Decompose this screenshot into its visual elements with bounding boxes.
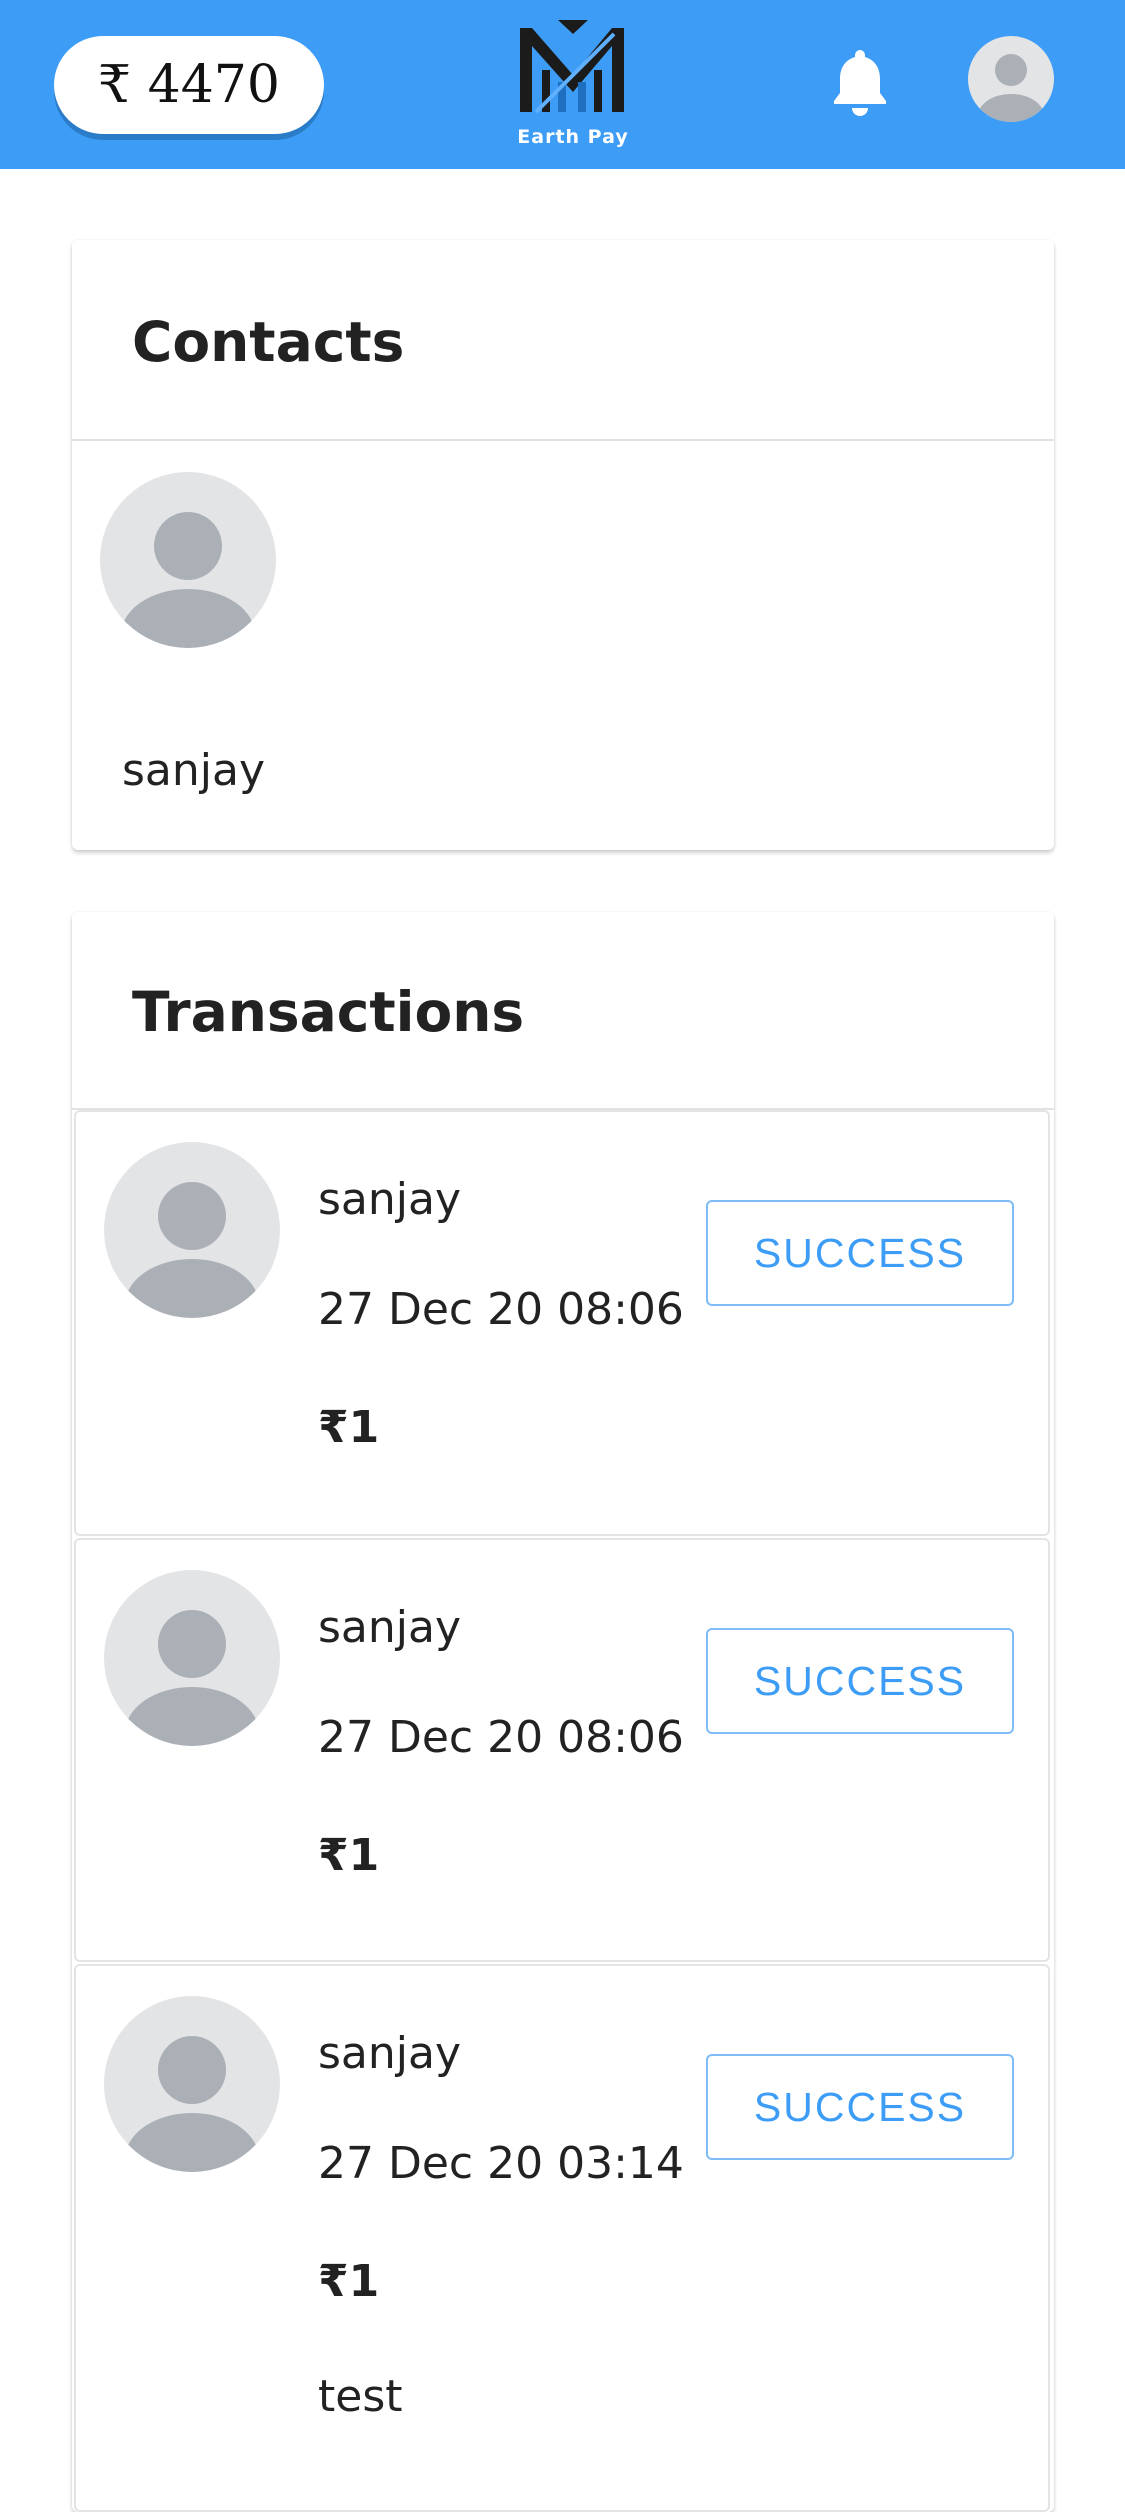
contact-name: sanjay bbox=[122, 745, 265, 796]
transaction-note: test bbox=[318, 2371, 403, 2422]
contacts-card: Contacts sanjay bbox=[72, 240, 1054, 850]
status-button[interactable]: SUCCESS bbox=[706, 1628, 1014, 1734]
contacts-divider bbox=[72, 439, 1054, 441]
balance-text: ₹ 4470 bbox=[98, 55, 280, 115]
transactions-card: Transactions sanjay 27 Dec 20 08:06 ₹1 S… bbox=[72, 912, 1054, 2512]
transaction-name: sanjay bbox=[318, 2028, 461, 2079]
transaction-item[interactable]: sanjay 27 Dec 20 08:06 ₹1 SUCCESS bbox=[74, 1110, 1050, 1536]
transaction-amount: ₹1 bbox=[318, 1830, 380, 1881]
transactions-title: Transactions bbox=[132, 980, 525, 1044]
transaction-avatar-icon bbox=[104, 1142, 280, 1318]
contacts-title: Contacts bbox=[132, 310, 405, 374]
contact-avatar-icon bbox=[100, 472, 276, 648]
balance-pill[interactable]: ₹ 4470 bbox=[54, 36, 324, 134]
earth-pay-logo[interactable]: Earth Pay bbox=[500, 20, 646, 160]
transaction-avatar-icon bbox=[104, 1996, 280, 2172]
transaction-amount: ₹1 bbox=[318, 1402, 380, 1453]
transaction-name: sanjay bbox=[318, 1602, 461, 1653]
status-button[interactable]: SUCCESS bbox=[706, 1200, 1014, 1306]
profile-avatar-icon[interactable] bbox=[968, 36, 1054, 122]
bell-icon[interactable] bbox=[830, 46, 890, 118]
logo-icon bbox=[520, 20, 624, 114]
transaction-avatar-icon bbox=[104, 1570, 280, 1746]
transaction-item[interactable]: sanjay 27 Dec 20 08:06 ₹1 SUCCESS bbox=[74, 1538, 1050, 1962]
app-header: ₹ 4470 Earth Pay bbox=[0, 0, 1125, 169]
status-button[interactable]: SUCCESS bbox=[706, 2054, 1014, 2160]
transaction-name: sanjay bbox=[318, 1174, 461, 1225]
transaction-date: 27 Dec 20 08:06 bbox=[318, 1712, 684, 1763]
transaction-item[interactable]: sanjay 27 Dec 20 03:14 ₹1 test SUCCESS bbox=[74, 1964, 1050, 2512]
transaction-date: 27 Dec 20 08:06 bbox=[318, 1284, 684, 1335]
transaction-date: 27 Dec 20 03:14 bbox=[318, 2138, 684, 2189]
transaction-amount: ₹1 bbox=[318, 2256, 380, 2307]
logo-text: Earth Pay bbox=[517, 126, 629, 148]
